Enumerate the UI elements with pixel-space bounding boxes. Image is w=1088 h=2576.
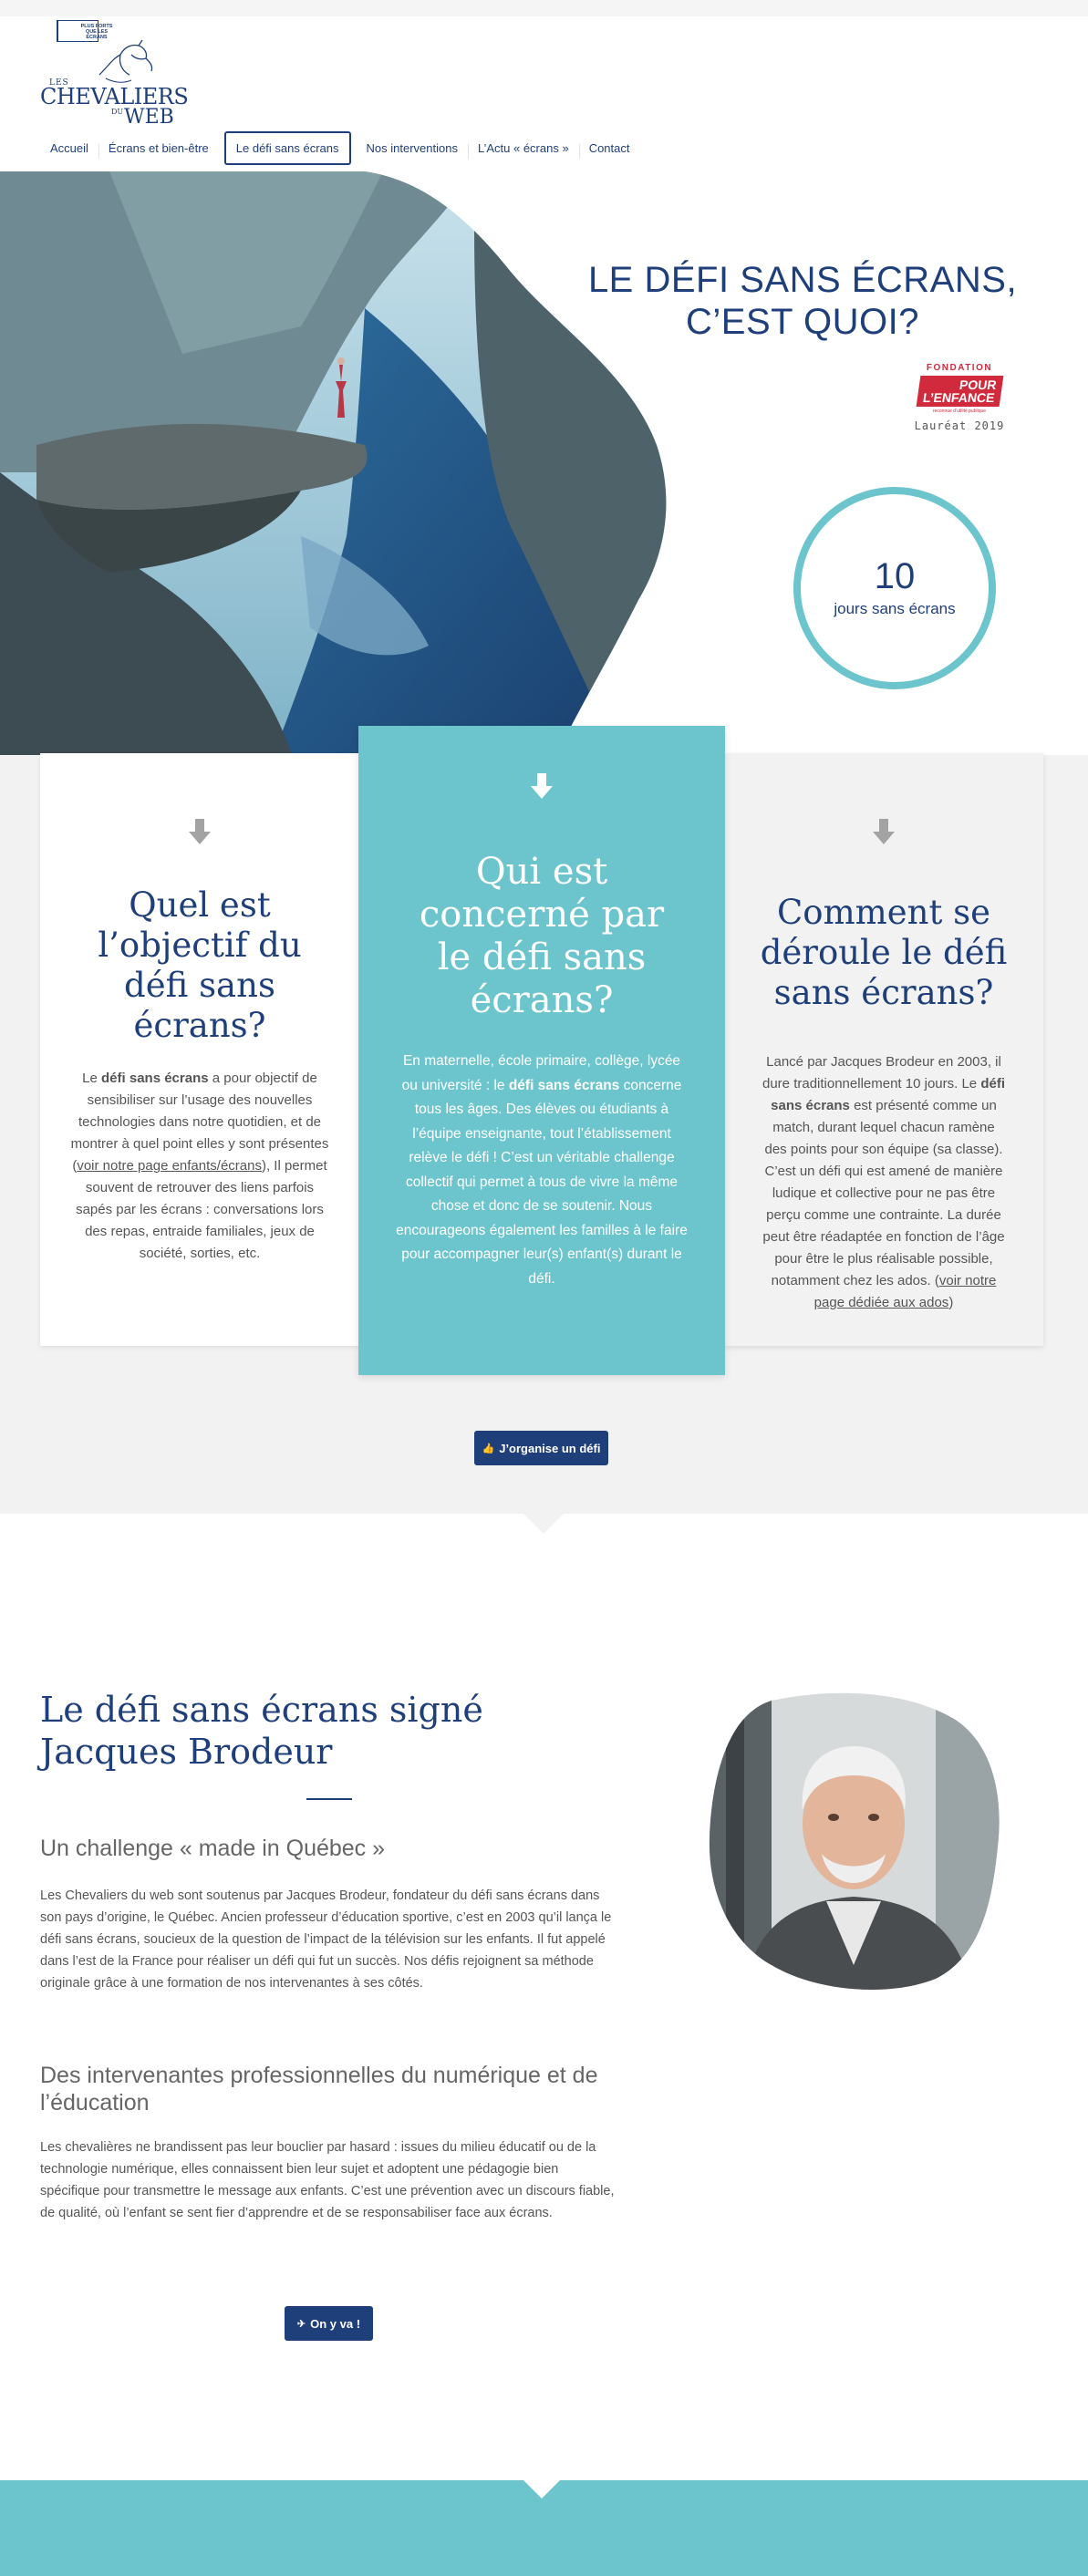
arrow-down-icon [189,819,211,844]
organise-defi-button[interactable]: 👍 J’organise un défi [474,1431,608,1465]
hero-title-line1: LE DÉFI SANS ÉCRANS, [587,260,1018,300]
top-bar [0,0,1088,16]
jb-subtitle-quebec: Un challenge « made in Québec » [40,1836,386,1861]
nav-defi-sans-ecrans[interactable]: Le défi sans écrans [223,130,351,165]
jacques-brodeur-portrait [709,1692,1000,1990]
card-objectif: Quel est l’objectif du défi sans écrans?… [40,753,359,1346]
card-objectif-text: Le défi sans écrans a pour objectif de s… [70,1071,329,1261]
paper-plane-icon: ✈ [296,2318,306,2330]
fondation-badge: FONDATION POUR L’ENFANCE reconnue d’util… [905,363,1014,432]
card-deroulement-text: Lancé par Jacques Brodeur en 2003, il du… [762,1054,1005,1310]
days-counter: 10 jours sans écrans [793,487,996,689]
nav-interventions[interactable]: Nos interventions [357,133,468,163]
on-y-va-label: On y va ! [310,2316,361,2331]
hero-cliff-image [0,171,667,755]
logo-web: WEB [124,106,174,129]
jb-text-intervenantes: Les chevalières ne brandissent pas leur … [40,2140,615,2220]
card-deroulement-title: Comment se déroule le défi sans écrans? [760,893,1008,1012]
badge-logo: POUR L’ENFANCE [916,376,1003,407]
organise-defi-label: J’organise un défi [499,1441,601,1455]
site-header: PLUS FORTS QUE LES ÉCRANS LES CHEVALIERS… [0,16,1088,171]
link-page-enfants-ecrans[interactable]: voir notre page enfants/écrans [77,1158,262,1174]
section-divider-arrow-bottom [522,2478,562,2498]
card-concerne: Qui est concerné par le défi sans écrans… [358,726,725,1375]
hero-section: LE DÉFI SANS ÉCRANS, C’EST QUOI? FONDATI… [0,171,1088,755]
nav-accueil[interactable]: Accueil [40,133,98,163]
card-concerne-text: En maternelle, école primaire, collège, … [396,1053,688,1287]
badge-fondation: FONDATION [926,363,993,373]
jb-text-quebec: Les Chevaliers du web sont soutenus par … [40,1888,612,1991]
nav-contact[interactable]: Contact [578,133,640,163]
days-counter-label: jours sans écrans [834,600,956,617]
main-nav: Accueil Écrans et bien-être Le défi sans… [40,129,640,166]
logo-du: DU [111,108,124,116]
hero-title: LE DÉFI SANS ÉCRANS, C’EST QUOI? [584,259,1021,343]
arrow-down-icon [873,819,895,844]
thumbs-up-icon: 👍 [482,1443,495,1454]
badge-subtitle: reconnue d’utilité publique [932,409,987,414]
jb-subtitle-intervenantes: Des intervenantes professionnelles du nu… [40,2063,598,2116]
card-concerne-title: Qui est concerné par le défi sans écrans… [419,851,665,1021]
jb-section-title: Le défi sans écrans signé Jacques Brodeu… [40,1690,483,1772]
logo-flag: PLUS FORTS QUE LES ÉCRANS [57,20,112,42]
badge-enfance: L’ENFANCE [921,390,996,405]
section-divider-arrow [523,1514,564,1534]
card-deroulement: Comment se déroule le défi sans écrans? … [724,753,1043,1346]
arrow-down-icon [531,773,553,799]
nav-actu-ecrans[interactable]: L’Actu « écrans » [467,133,579,163]
site-logo[interactable]: PLUS FORTS QUE LES ÉCRANS LES CHEVALIERS… [40,20,189,139]
card-objectif-title: Quel est l’objectif du défi sans écrans? [98,885,302,1045]
nav-ecrans-bien-etre[interactable]: Écrans et bien-être [98,133,219,163]
title-divider [306,1798,352,1800]
on-y-va-button[interactable]: ✈ On y va ! [285,2306,373,2341]
days-counter-number: 10 [874,556,916,596]
badge-laureat: Lauréat 2019 [914,419,1005,432]
hero-title-line2: C’EST QUOI? [686,302,919,342]
